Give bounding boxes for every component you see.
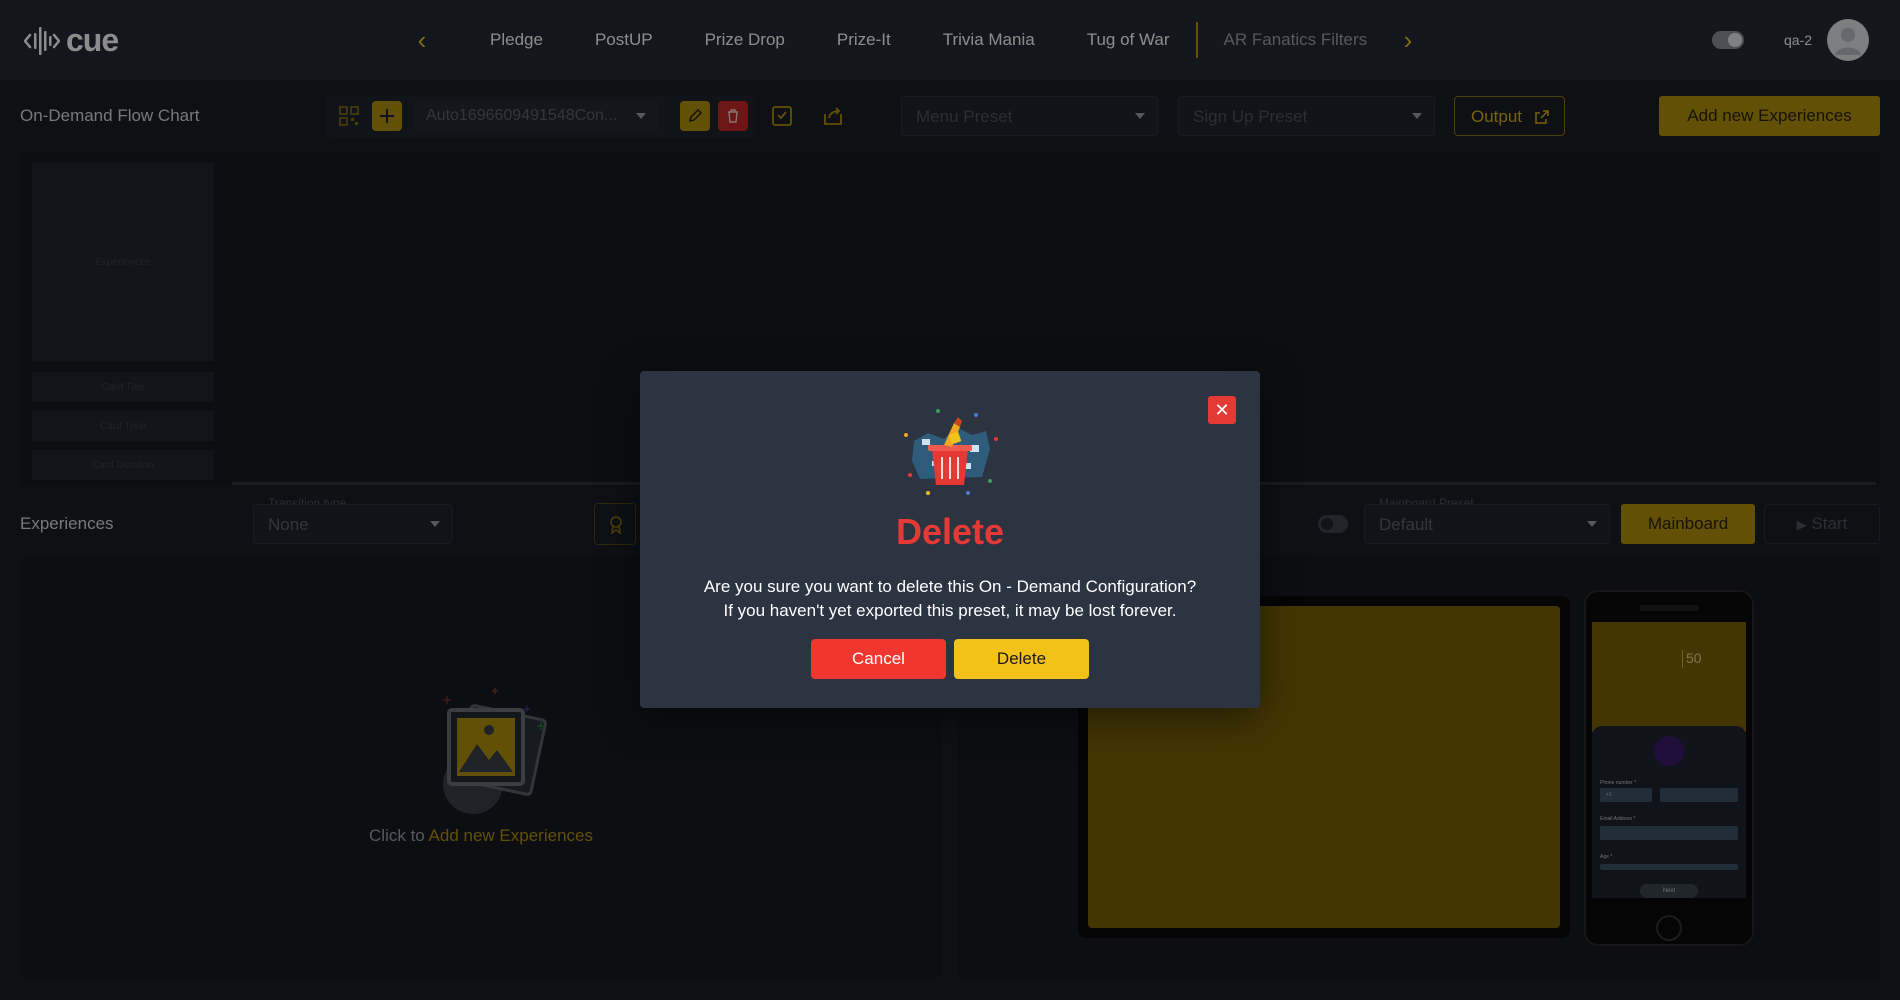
delete-confirmation-dialog: ✕ Delete Are you sure you want to delete…: [640, 371, 1260, 708]
confirm-delete-button[interactable]: Delete: [954, 639, 1089, 679]
dialog-message-line-2: If you haven't yet exported this preset,…: [723, 601, 1177, 620]
cancel-button[interactable]: Cancel: [811, 639, 946, 679]
dialog-message-line-1: Are you sure you want to delete this On …: [703, 577, 1197, 596]
dialog-title: Delete: [895, 511, 1005, 552]
close-icon[interactable]: ✕: [1208, 396, 1236, 424]
dialog-message: Are you sure you want to delete this On …: [640, 575, 1260, 623]
trash-illustration-icon: [904, 409, 998, 495]
